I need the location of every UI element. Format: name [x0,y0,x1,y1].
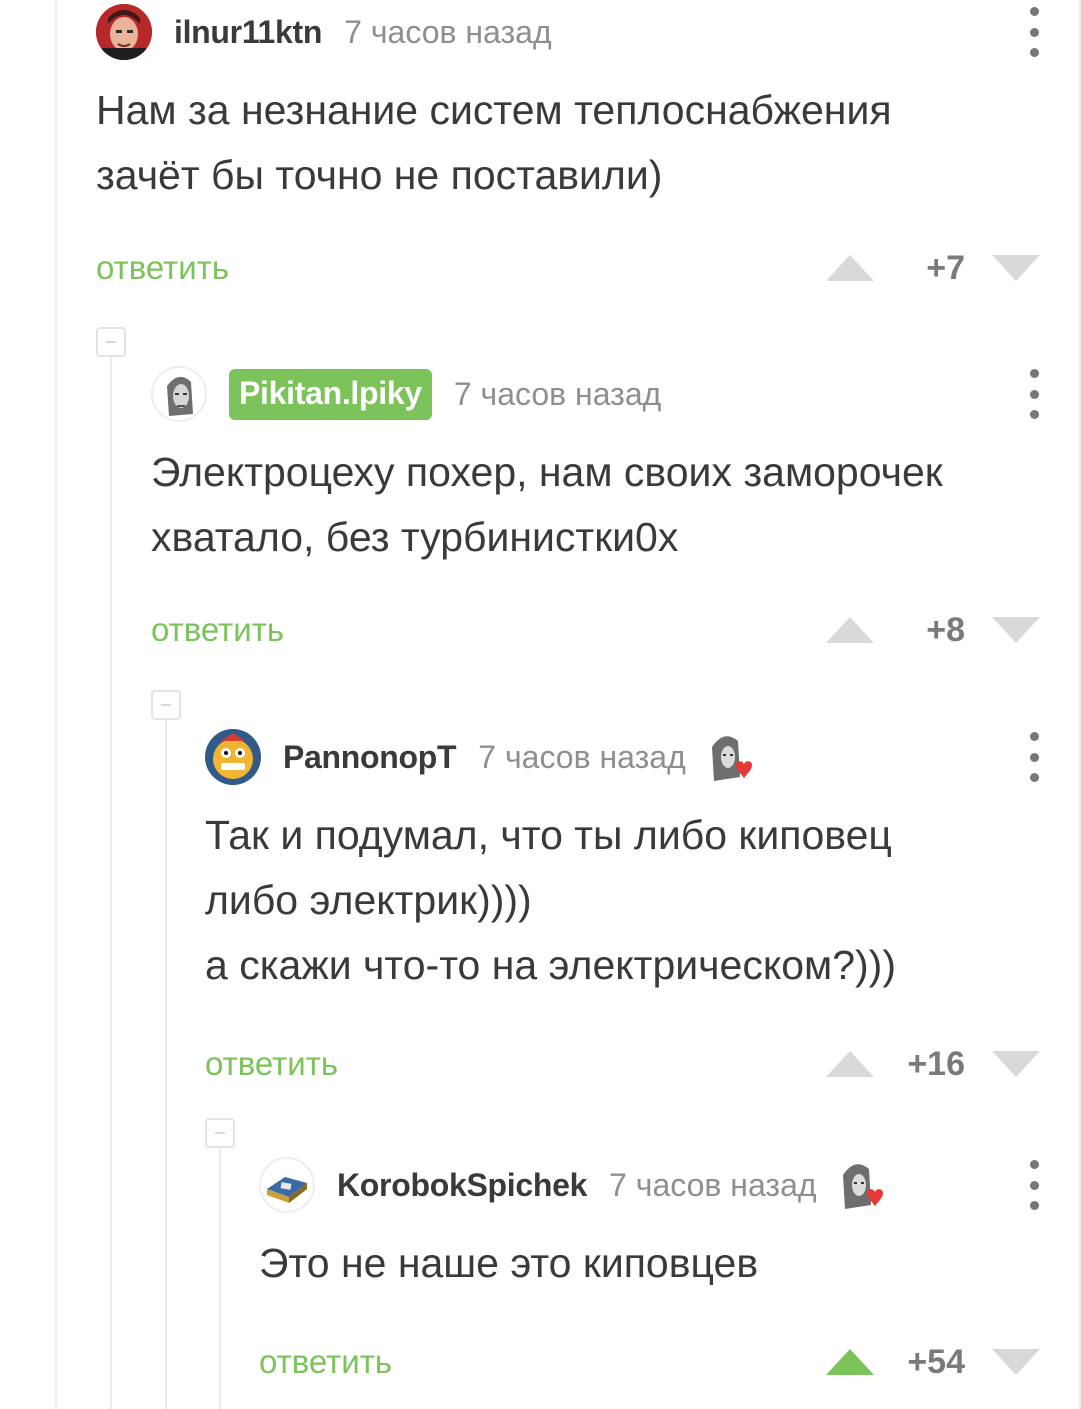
downvote-button[interactable] [991,1347,1041,1377]
avatar[interactable] [259,1157,315,1213]
downvote-button[interactable] [991,253,1041,283]
avatar-image-icon [267,1177,307,1203]
comment-footer: ответить +54 [259,1332,1041,1392]
comment: Pikitan.lpiky 7 часов назад Электроцеху … [151,362,1041,660]
comment-text: Нам за незнание систем теплоснабжения за… [96,87,892,198]
comment-header: ilnur11ktn 7 часов назад [96,0,1041,64]
comment: ilnur11ktn 7 часов назад Нам за незнание… [96,0,1041,298]
avatar-image-icon [205,729,261,785]
liked-by-author-icon [842,1164,883,1209]
rating-score: +8 [926,610,965,649]
reply-button[interactable]: ответить [96,238,229,298]
upvote-button[interactable] [825,1347,875,1377]
upvote-button[interactable] [825,1049,875,1079]
rating-controls: +8 [825,600,1041,660]
comment-footer: ответить +8 [151,600,1041,660]
arrow-down-icon [992,1349,1040,1375]
thread-line [219,1148,221,1409]
downvote-button[interactable] [991,615,1041,645]
username[interactable]: ilnur11ktn [174,14,322,51]
arrow-up-active-icon [826,1349,874,1375]
liked-by-author-icon [711,736,752,781]
comment: PannonopT 7 часов назад Так и подумал, ч… [205,725,1041,1094]
collapse-thread-button[interactable] [205,1118,235,1148]
collapse-thread-button[interactable] [151,690,181,720]
avatar[interactable] [96,4,152,60]
more-options-button[interactable] [1027,7,1041,57]
arrow-down-icon [992,255,1040,281]
more-options-button[interactable] [1027,732,1041,782]
upvote-button[interactable] [825,615,875,645]
arrow-down-icon [992,1051,1040,1077]
comment-footer: ответить +7 [96,238,1041,298]
comment-text: Так и подумал, что ты либо киповец либо … [205,812,896,988]
arrow-up-icon [826,1051,874,1077]
avatar[interactable] [205,729,261,785]
comment-footer: ответить +16 [205,1034,1041,1094]
rating-controls: +7 [825,238,1041,298]
more-options-button[interactable] [1027,369,1041,419]
comment-header: Pikitan.lpiky 7 часов назад [151,362,1041,426]
username[interactable]: KorobokSpichek [337,1167,587,1204]
timestamp: 7 часов назад [609,1166,817,1203]
comment: KorobokSpichek 7 часов назад Это не наше… [259,1153,1041,1392]
timestamp: 7 часов назад [453,375,662,412]
upvote-button[interactable] [825,253,875,283]
thread-line [110,357,112,1409]
reply-button[interactable]: ответить [259,1332,392,1392]
arrow-up-icon [826,617,874,643]
rating-score: +54 [907,1342,965,1381]
arrow-down-icon [992,617,1040,643]
timestamp: 7 часов назад [344,13,552,50]
avatar[interactable] [151,366,207,422]
avatar-image-icon [167,376,193,416]
downvote-button[interactable] [991,1049,1041,1079]
reply-button[interactable]: ответить [205,1034,338,1094]
username[interactable]: PannonopT [283,739,457,776]
reply-button[interactable]: ответить [151,600,284,660]
comment-header: PannonopT 7 часов назад [205,725,1041,789]
rating-score: +16 [907,1044,965,1083]
more-options-button[interactable] [1027,1160,1041,1210]
thread-line [165,720,167,1409]
rating-controls: +16 [825,1034,1041,1094]
username-author-badge[interactable]: Pikitan.lpiky [229,368,432,420]
timestamp: 7 часов назад [478,738,686,775]
avatar-image-icon [96,4,152,60]
collapse-thread-button[interactable] [96,327,126,357]
arrow-up-icon [826,255,874,281]
rating-controls: +54 [825,1332,1041,1392]
rating-score: +7 [926,248,965,287]
page-left-border [55,0,57,1409]
comment-header: KorobokSpichek 7 часов назад [259,1153,1041,1217]
comment-text: Это не наше это киповцев [259,1240,759,1286]
comment-text: Электроцеху похер, нам своих заморочек х… [151,449,943,560]
